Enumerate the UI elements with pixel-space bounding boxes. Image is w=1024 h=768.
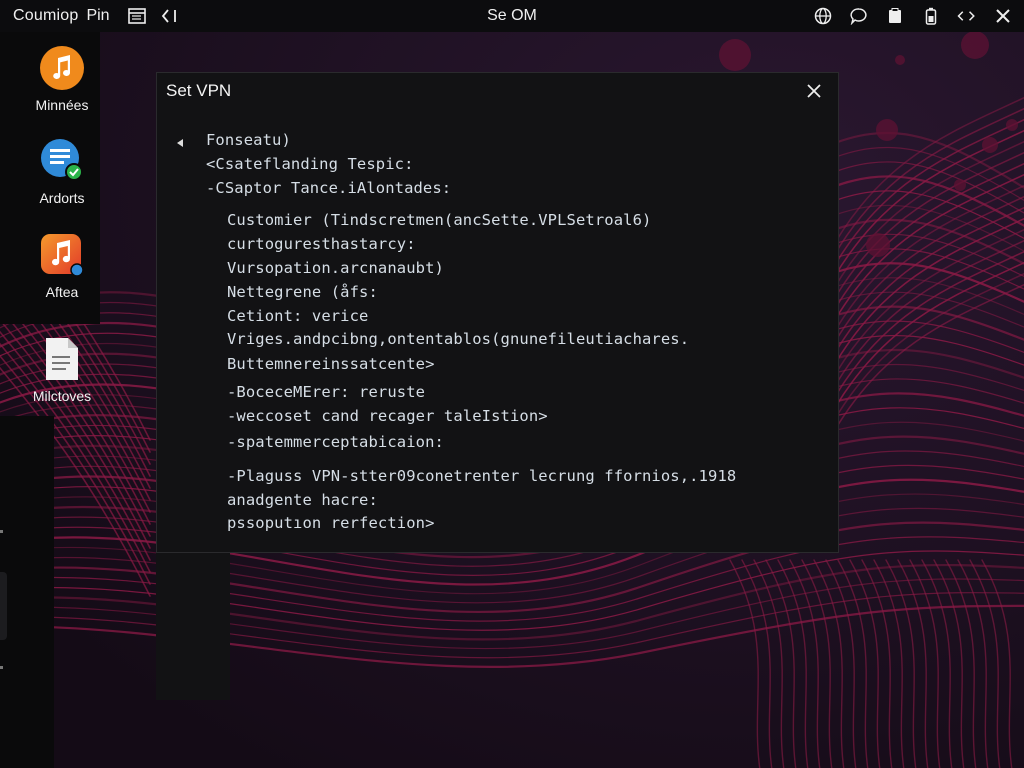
config-line: Vursopation.arcnanaubt) (227, 259, 444, 277)
dock-tick (0, 530, 3, 533)
bokeh-dot (954, 179, 966, 191)
close-icon (807, 84, 821, 98)
dock-tick (0, 666, 3, 669)
config-line: pssoputıon rerfection> (227, 514, 435, 532)
desktop-icon-minnees[interactable]: Minnées (12, 45, 112, 113)
bokeh-dot (982, 137, 998, 153)
config-line: Vriges.andpcibng,ontentablos(gnunefileut… (227, 330, 690, 348)
pin-label[interactable]: Pin (86, 7, 109, 25)
code-icon[interactable] (160, 5, 182, 27)
window-icon[interactable] (126, 5, 148, 27)
bokeh-dot (961, 31, 989, 59)
globe-icon[interactable] (812, 5, 834, 27)
desktop-icon-label: Milctoves (32, 388, 92, 404)
top-bar: Coumiop Pin Se OM (0, 0, 1024, 32)
clipboard-icon[interactable] (884, 5, 906, 27)
music-icon (39, 232, 85, 278)
config-line: -CSaptor Tance.iAlontades: (206, 179, 452, 197)
music-icon (39, 45, 85, 91)
desktop-icon-milctoves[interactable]: Milctoves (12, 336, 112, 404)
config-line: -spatemmerceptabicaion: (227, 433, 444, 451)
vpn-dialog: Set VPN Fonseatu) <Csateflanding Tespic:… (156, 72, 839, 553)
config-line: Fonseatu) (206, 131, 291, 149)
dialog-title: Set VPN (166, 81, 232, 100)
desktop-icon-label: Ardorts (39, 190, 85, 206)
dock-indicator (0, 572, 7, 640)
dialog-close-button[interactable] (804, 81, 824, 101)
desktop-icon-ardorts[interactable]: Ardorts (12, 138, 112, 206)
app-name[interactable]: Coumiop (13, 7, 78, 25)
document-sync-icon (39, 138, 85, 184)
config-line: Nettegrene (åfs: (227, 283, 378, 301)
config-line: -Plaguss VPN-stter09conetrenter lecrung … (227, 467, 737, 485)
bokeh-dot (1006, 119, 1018, 131)
nav-arrows-icon[interactable] (956, 5, 978, 27)
config-line: curtoguresthastarcy: (227, 235, 416, 253)
bokeh-dot (866, 233, 890, 257)
dialog-shadow-panel (156, 550, 230, 700)
bokeh-dot (876, 119, 898, 141)
file-icon (39, 336, 85, 382)
bokeh-dot (895, 55, 905, 65)
close-icon[interactable] (992, 5, 1014, 27)
desktop-icon-aftea[interactable]: Aftea (12, 232, 112, 300)
dock-lower-panel (0, 416, 54, 768)
battery-icon[interactable] (920, 5, 942, 27)
config-line: anadgente hacre: (227, 491, 378, 509)
config-line: -BoceceMErer: reruste (227, 383, 426, 401)
desktop-icon-label: Aftea (45, 284, 79, 300)
desktop-icon-label: Minnées (35, 97, 89, 113)
config-line: Buttemnereinssatcente> (227, 355, 435, 373)
collapse-arrow-icon[interactable] (175, 135, 185, 147)
chat-icon[interactable] (848, 5, 870, 27)
config-line: Cetiont: verice (227, 307, 369, 325)
config-line: <Csateflanding Tespic: (206, 155, 414, 173)
config-line: Customier (Tindscretmen(ancSette.VPLSetr… (227, 211, 652, 229)
config-line: -weccoset cand recager taleIstion> (227, 407, 548, 425)
bokeh-dot (719, 39, 751, 71)
